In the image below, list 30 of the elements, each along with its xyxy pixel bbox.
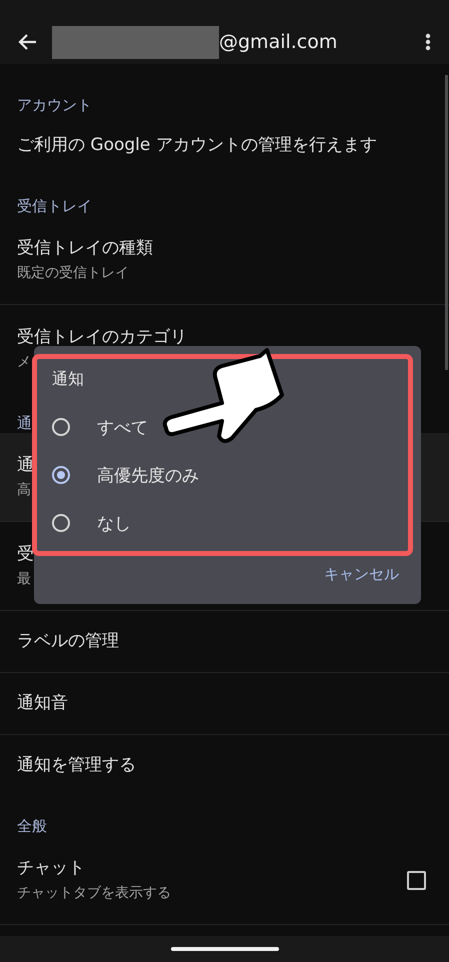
radio-button[interactable] [52,418,70,436]
radio-option[interactable]: 高優先度のみ [52,451,219,499]
section-header: アカウント [17,96,92,114]
setting-title[interactable]: ご利用の Google アカウントの管理を行えます [17,134,377,157]
setting-title[interactable]: 通知音 [17,692,68,715]
section-header: 通 [17,414,32,432]
setting-title[interactable]: チャット [17,857,85,880]
account-email: @gmail.com [219,31,338,53]
setting-title[interactable]: ラベルの管理 [17,630,119,653]
setting-title[interactable]: 受信トレイのカテゴリ [17,326,187,349]
radio-option[interactable]: すべて [52,403,168,451]
setting-title[interactable]: 受信トレイの種類 [17,237,153,260]
setting-subtitle: 最 [17,570,31,589]
radio-button[interactable] [52,514,70,532]
setting-title[interactable]: 通知を管理する [17,754,136,777]
checkbox[interactable] [407,870,426,890]
setting-subtitle: メ [17,353,31,372]
setting-subtitle: チャットタブを表示する [17,884,171,903]
dialog-title: 通知 [52,368,84,390]
back-arrow-icon[interactable] [18,32,38,52]
cancel-button[interactable]: キャンセル [322,561,401,588]
radio-button[interactable] [52,466,70,484]
more-options-icon[interactable] [425,33,431,51]
setting-subtitle: 既定の受信トレイ [17,264,129,283]
setting-subtitle: 高 [17,481,31,500]
radio-option[interactable]: なし [52,499,151,547]
section-header: 受信トレイ [17,197,92,215]
section-header: 全般 [17,817,47,835]
setting-title: 通 [17,454,34,477]
setting-title[interactable]: 受 [17,543,34,566]
